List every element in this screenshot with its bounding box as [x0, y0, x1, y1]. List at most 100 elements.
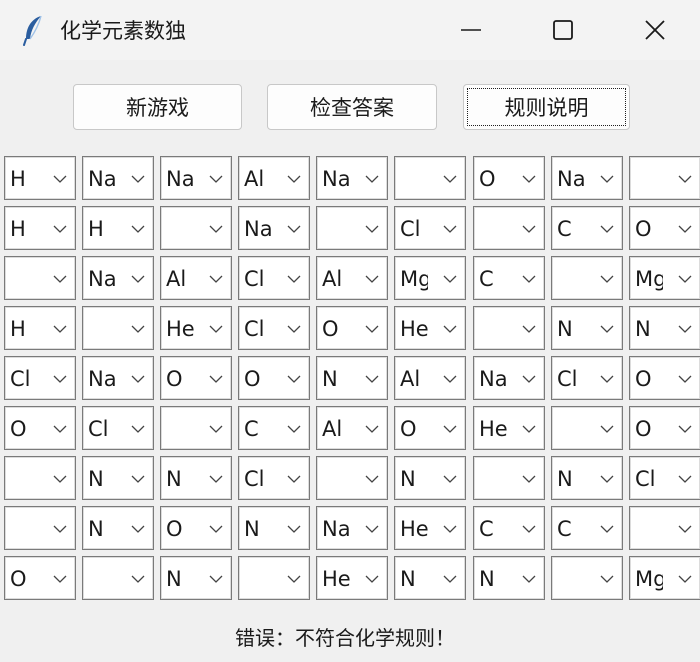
element-combobox[interactable]	[629, 156, 700, 200]
element-combobox[interactable]	[238, 556, 310, 600]
chevron-down-icon[interactable]	[365, 175, 379, 183]
element-combobox[interactable]: Cl	[4, 356, 76, 400]
chevron-down-icon[interactable]	[53, 525, 67, 533]
element-combobox[interactable]	[394, 156, 466, 200]
element-combobox[interactable]: H	[82, 206, 154, 250]
element-combobox[interactable]: Cl	[238, 306, 310, 350]
chevron-down-icon[interactable]	[287, 225, 301, 233]
element-combobox[interactable]: Cl	[394, 206, 466, 250]
chevron-down-icon[interactable]	[600, 425, 614, 433]
chevron-down-icon[interactable]	[600, 575, 614, 583]
chevron-down-icon[interactable]	[443, 225, 457, 233]
element-combobox[interactable]	[473, 306, 545, 350]
element-combobox[interactable]: He	[394, 506, 466, 550]
chevron-down-icon[interactable]	[53, 325, 67, 333]
chevron-down-icon[interactable]	[209, 525, 223, 533]
element-combobox[interactable]: Al	[160, 256, 232, 300]
chevron-down-icon[interactable]	[287, 275, 301, 283]
chevron-down-icon[interactable]	[287, 375, 301, 383]
element-combobox[interactable]	[4, 456, 76, 500]
chevron-down-icon[interactable]	[443, 475, 457, 483]
element-combobox[interactable]: Na	[551, 156, 623, 200]
chevron-down-icon[interactable]	[600, 375, 614, 383]
element-combobox[interactable]: Cl	[238, 456, 310, 500]
chevron-down-icon[interactable]	[522, 275, 536, 283]
element-combobox[interactable]: N	[316, 356, 388, 400]
rules-button[interactable]: 规则说明	[463, 84, 630, 130]
element-combobox[interactable]: He	[394, 306, 466, 350]
chevron-down-icon[interactable]	[443, 375, 457, 383]
chevron-down-icon[interactable]	[365, 425, 379, 433]
chevron-down-icon[interactable]	[600, 275, 614, 283]
element-combobox[interactable]: H	[4, 206, 76, 250]
element-combobox[interactable]: C	[473, 256, 545, 300]
element-combobox[interactable]	[82, 306, 154, 350]
element-combobox[interactable]: H	[4, 306, 76, 350]
element-combobox[interactable]	[629, 506, 700, 550]
element-combobox[interactable]	[4, 506, 76, 550]
chevron-down-icon[interactable]	[600, 175, 614, 183]
chevron-down-icon[interactable]	[131, 575, 145, 583]
chevron-down-icon[interactable]	[287, 425, 301, 433]
chevron-down-icon[interactable]	[209, 475, 223, 483]
chevron-down-icon[interactable]	[443, 525, 457, 533]
element-combobox[interactable]	[473, 456, 545, 500]
element-combobox[interactable]: C	[551, 206, 623, 250]
element-combobox[interactable]	[473, 206, 545, 250]
chevron-down-icon[interactable]	[365, 475, 379, 483]
chevron-down-icon[interactable]	[365, 275, 379, 283]
chevron-down-icon[interactable]	[443, 325, 457, 333]
element-combobox[interactable]: Na	[82, 356, 154, 400]
chevron-down-icon[interactable]	[365, 575, 379, 583]
element-combobox[interactable]	[160, 206, 232, 250]
element-combobox[interactable]: O	[629, 206, 700, 250]
chevron-down-icon[interactable]	[53, 575, 67, 583]
element-combobox[interactable]: C	[473, 506, 545, 550]
element-combobox[interactable]: Al	[238, 156, 310, 200]
element-combobox[interactable]	[82, 556, 154, 600]
element-combobox[interactable]: N	[394, 456, 466, 500]
chevron-down-icon[interactable]	[443, 425, 457, 433]
chevron-down-icon[interactable]	[131, 525, 145, 533]
element-combobox[interactable]: Na	[82, 256, 154, 300]
chevron-down-icon[interactable]	[600, 475, 614, 483]
element-combobox[interactable]: O	[4, 406, 76, 450]
chevron-down-icon[interactable]	[209, 175, 223, 183]
element-combobox[interactable]: Na	[473, 356, 545, 400]
element-combobox[interactable]: O	[629, 406, 700, 450]
element-combobox[interactable]: He	[316, 556, 388, 600]
element-combobox[interactable]: Na	[238, 206, 310, 250]
element-combobox[interactable]: O	[316, 306, 388, 350]
element-combobox[interactable]: Mg	[394, 256, 466, 300]
chevron-down-icon[interactable]	[365, 325, 379, 333]
check-answer-button[interactable]: 检查答案	[267, 84, 437, 130]
chevron-down-icon[interactable]	[522, 225, 536, 233]
chevron-down-icon[interactable]	[131, 325, 145, 333]
chevron-down-icon[interactable]	[678, 375, 692, 383]
chevron-down-icon[interactable]	[678, 425, 692, 433]
chevron-down-icon[interactable]	[678, 525, 692, 533]
element-combobox[interactable]	[4, 256, 76, 300]
chevron-down-icon[interactable]	[209, 375, 223, 383]
chevron-down-icon[interactable]	[678, 325, 692, 333]
chevron-down-icon[interactable]	[287, 175, 301, 183]
chevron-down-icon[interactable]	[522, 575, 536, 583]
chevron-down-icon[interactable]	[522, 475, 536, 483]
chevron-down-icon[interactable]	[131, 275, 145, 283]
element-combobox[interactable]: N	[82, 506, 154, 550]
element-combobox[interactable]: He	[473, 406, 545, 450]
element-combobox[interactable]: N	[551, 306, 623, 350]
element-combobox[interactable]: Mg	[629, 256, 700, 300]
chevron-down-icon[interactable]	[53, 375, 67, 383]
chevron-down-icon[interactable]	[131, 225, 145, 233]
chevron-down-icon[interactable]	[209, 225, 223, 233]
chevron-down-icon[interactable]	[131, 175, 145, 183]
chevron-down-icon[interactable]	[600, 225, 614, 233]
element-combobox[interactable]	[551, 556, 623, 600]
chevron-down-icon[interactable]	[131, 425, 145, 433]
chevron-down-icon[interactable]	[287, 325, 301, 333]
element-combobox[interactable]: Cl	[629, 456, 700, 500]
minimize-button[interactable]	[425, 0, 517, 60]
element-combobox[interactable]	[160, 406, 232, 450]
chevron-down-icon[interactable]	[53, 225, 67, 233]
